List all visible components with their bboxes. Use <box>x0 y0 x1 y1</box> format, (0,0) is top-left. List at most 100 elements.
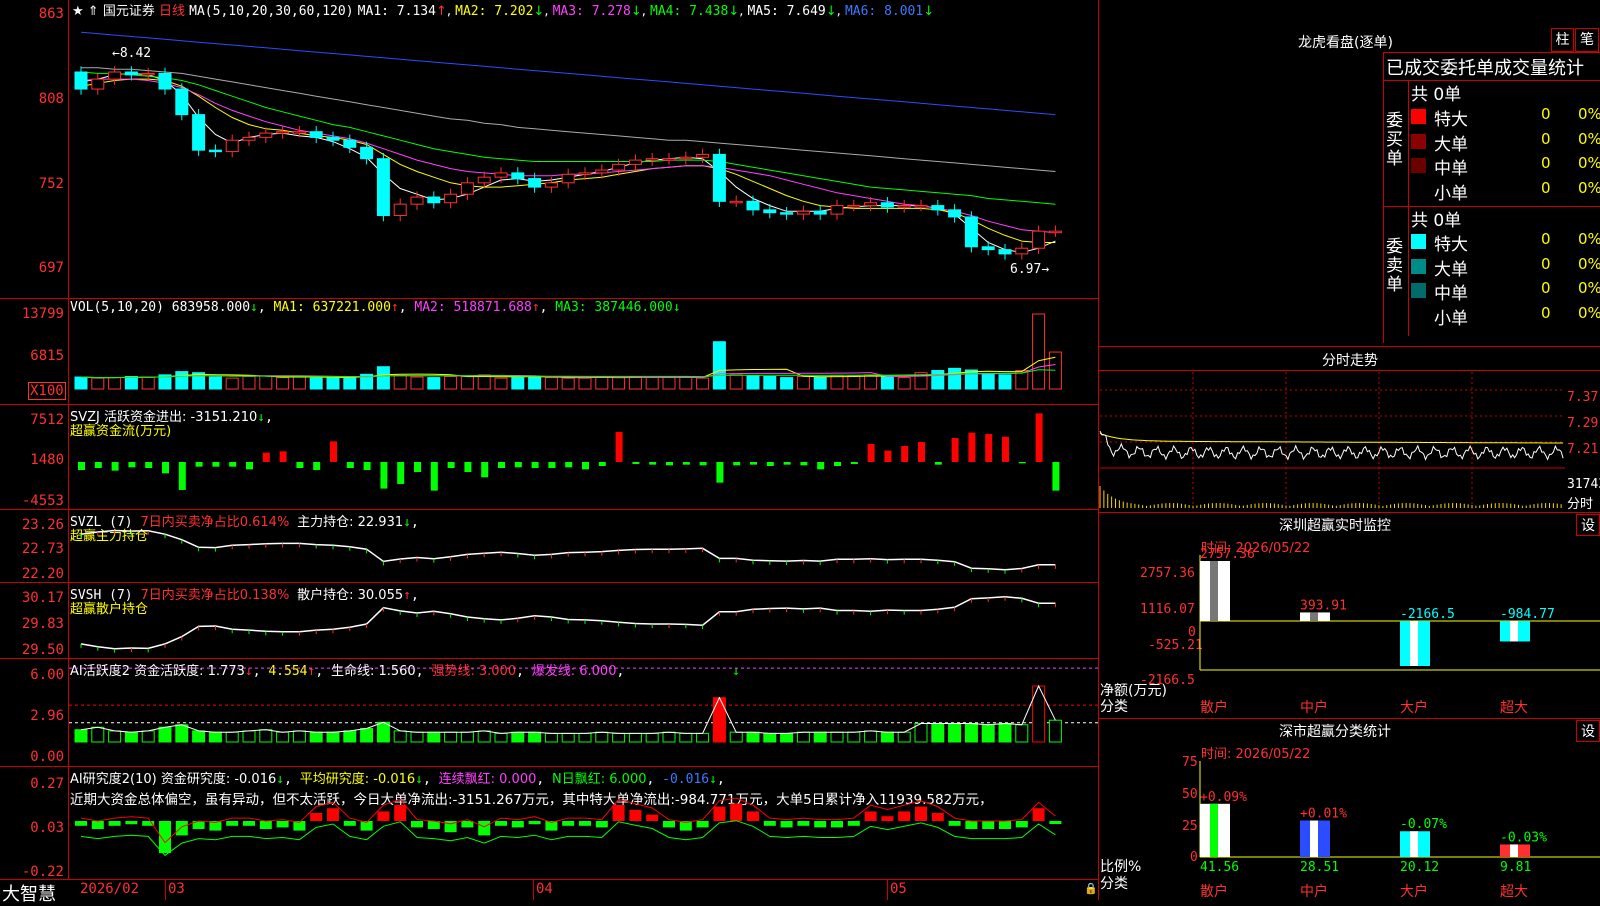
candle <box>91 78 105 90</box>
ai2-bar <box>847 821 860 826</box>
ai1-bar <box>998 723 1012 743</box>
ai1-bar <box>393 730 407 743</box>
ai1-bar <box>124 731 138 743</box>
volume-bar <box>494 377 508 390</box>
candle <box>427 196 441 204</box>
ai1-bar <box>897 731 911 743</box>
svzj-chart[interactable] <box>69 405 1098 509</box>
category-label: 超大 <box>1500 884 1528 900</box>
period-label[interactable]: 日线 <box>159 4 185 19</box>
price-axis-label: 863 <box>38 6 64 22</box>
volume-bar <box>880 376 894 390</box>
svzj-bar <box>313 462 321 470</box>
candle <box>360 146 374 160</box>
ai2-bar <box>713 806 726 821</box>
volume-bar <box>427 377 441 390</box>
ai2-bar <box>982 821 995 829</box>
sell-row-p: 0% <box>1578 279 1600 297</box>
candle <box>847 205 861 208</box>
ai2-bar <box>780 821 793 828</box>
volume-bar <box>511 377 525 390</box>
ai1-bar <box>578 732 592 743</box>
ma-line-ma2 <box>80 78 1056 243</box>
ai1-bar <box>427 731 441 743</box>
ai2-green-line <box>80 820 1056 857</box>
ai1-axis-label: 2.96 <box>30 708 64 724</box>
svzj-axis-label: 1480 <box>30 452 64 468</box>
ai1-bar <box>158 726 172 743</box>
candlestick-chart[interactable] <box>69 18 1098 298</box>
ai2-bar <box>327 808 339 821</box>
price-axis-label: 697 <box>38 260 64 276</box>
lock-icon[interactable]: 🔒 <box>1084 882 1098 895</box>
svsh-chart[interactable] <box>69 583 1098 658</box>
fenshi-vol-label: 31743 <box>1567 477 1600 492</box>
candle <box>696 153 710 158</box>
svzj-bar <box>632 462 640 464</box>
candle <box>108 71 122 80</box>
candle <box>712 153 726 202</box>
monitor-settings-button[interactable]: 设 <box>1576 514 1600 536</box>
buy-row-v: 0 <box>1541 129 1551 148</box>
candle <box>1032 230 1046 249</box>
candle <box>964 216 978 248</box>
monitor-bar-label: 393.91 <box>1300 598 1347 613</box>
svzj-bar <box>968 432 976 462</box>
ai2-bar <box>831 821 843 828</box>
fenshi-axis-label: 7.37 <box>1567 390 1599 405</box>
monitor-bar-label: -2166.5 <box>1400 607 1455 622</box>
stock-name[interactable]: 国元证券 <box>103 4 155 19</box>
sell-row-name: 大单 <box>1434 259 1468 280</box>
sell-row-name: 中单 <box>1434 284 1468 304</box>
volume-bar <box>746 375 760 390</box>
buy-total: 共 0单 <box>1411 85 1462 105</box>
svzj-bar <box>716 462 724 483</box>
ai2-bar <box>411 821 423 828</box>
ma6-value: MA6: 8.001 <box>844 4 924 19</box>
ai1-axis-label: 0.00 <box>30 749 64 765</box>
category-settings-button[interactable]: 设 <box>1576 720 1600 742</box>
ai2-bar <box>629 809 642 821</box>
bar-mode-button[interactable]: 柱 <box>1551 28 1574 52</box>
candle <box>578 172 592 175</box>
svzj-bar <box>145 462 153 468</box>
buy-row-swatch <box>1411 109 1426 124</box>
monitor-category-label: 超大 <box>1500 700 1528 716</box>
star-icon[interactable]: ★ <box>72 4 84 19</box>
menu-arrow-icon[interactable]: ⇑ <box>88 4 99 19</box>
category-value-label: 28.51 <box>1300 860 1339 875</box>
intraday-chart[interactable] <box>1099 372 1565 510</box>
ma-label: MA(5,10,20,30,60,120) <box>189 4 354 19</box>
monitor-bar-shade <box>1510 621 1518 642</box>
ma1-value: MA1: 7.134 <box>357 4 436 19</box>
category-label: 中户 <box>1300 883 1328 900</box>
svzj-bar <box>750 462 757 465</box>
ma5-arrow-icon: ↓ <box>825 4 837 19</box>
volume-bar <box>578 377 592 390</box>
candle <box>225 139 239 153</box>
svzl-chart[interactable] <box>69 510 1098 582</box>
volume-bar <box>864 374 878 390</box>
ai2-bar <box>814 821 827 828</box>
brand-logo[interactable]: 大智慧 <box>2 880 56 906</box>
svzj-bar <box>346 462 354 468</box>
ai2-bar <box>898 811 911 821</box>
monitor-bar-shade <box>1210 561 1218 621</box>
ai2-chart[interactable] <box>69 767 1098 879</box>
ai1-chart[interactable] <box>69 659 1098 766</box>
buy-row-v: 0 <box>1541 105 1551 123</box>
volume-bar <box>259 375 273 390</box>
volume-bar <box>679 376 693 390</box>
tick-mode-button[interactable]: 笔 <box>1575 28 1599 52</box>
category-bar-chart[interactable]: +0.09% 41.56 散户 +0.01% 28.51 中户 -0.07% 20.12 大户 -… <box>1100 755 1600 900</box>
volume-chart[interactable] <box>69 300 1098 404</box>
candle <box>931 205 945 211</box>
svzj-bar <box>649 462 657 465</box>
candle <box>528 178 542 188</box>
ai1-bar <box>309 731 323 743</box>
candle <box>662 158 676 161</box>
monitor-bar-chart[interactable]: 2757.36 散户 393.91 中户 -2166.5 大户 -984.77 超大 <box>1100 547 1600 716</box>
category-label: 大户 <box>1400 883 1428 900</box>
buy-orders-title: 委买单 <box>1386 111 1403 169</box>
candle <box>763 209 777 214</box>
